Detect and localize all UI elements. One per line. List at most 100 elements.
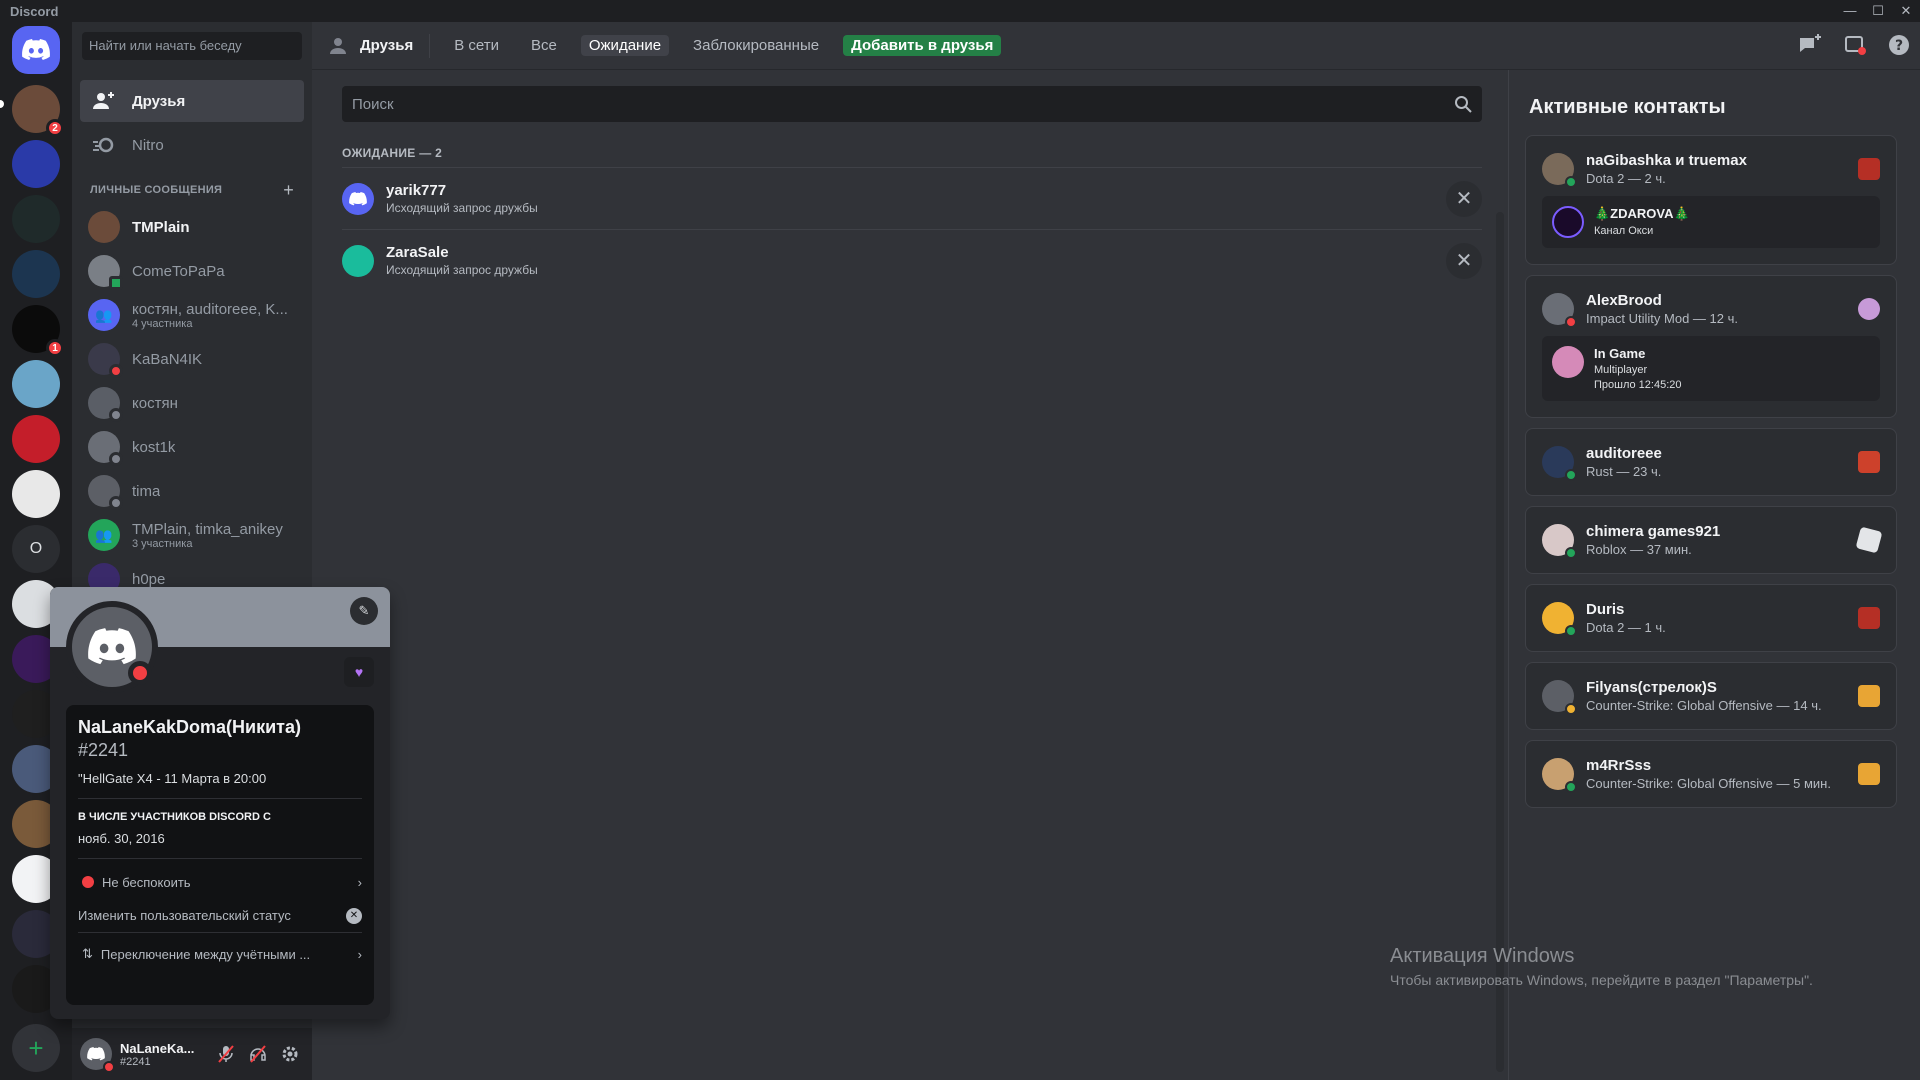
discord-logo-icon [22, 39, 50, 60]
profile-discriminator: #2241 [78, 740, 129, 760]
friends-title: Друзья [330, 37, 413, 55]
create-dm-icon[interactable]: + [283, 181, 294, 199]
svg-text:?: ? [1895, 38, 1903, 54]
activity-detail: Counter-Strike: Global Offensive — 5 мин… [1586, 776, 1831, 791]
status-dnd-icon [109, 364, 123, 378]
member-since-date: нояб. 30, 2016 [78, 831, 362, 859]
activity-card[interactable]: Duris Dota 2 — 1 ч. [1525, 584, 1897, 652]
tab-online[interactable]: В сети [446, 35, 507, 56]
tab-blocked[interactable]: Заблокированные [685, 35, 827, 56]
guild-icon-5[interactable]: 1 [12, 305, 64, 357]
mute-mic-icon[interactable] [216, 1044, 236, 1064]
dm-name: костян, auditoreee, K... [132, 300, 288, 318]
avatar [1542, 602, 1577, 637]
dm-item[interactable]: ComeToPaPa [80, 250, 304, 292]
watermark-text: Чтобы активировать Windows, перейдите в … [1390, 972, 1813, 988]
dm-name: TMPlain, timka_anikey [132, 520, 283, 538]
guild-icon-9[interactable]: O [12, 525, 60, 573]
server-icon [1552, 206, 1584, 238]
friends-search-input[interactable]: Поиск [342, 86, 1482, 122]
switch-accounts-label: Переключение между учётными ... [100, 946, 311, 962]
find-conversation-button[interactable]: Найти или начать беседу [82, 32, 302, 60]
dm-item[interactable]: tima [80, 470, 304, 512]
pending-row[interactable]: yarik777 Исходящий запрос дружбы ✕ [342, 167, 1482, 229]
cancel-request-button[interactable]: ✕ [1446, 242, 1482, 279]
voice-channel[interactable]: 🎄ZDAROVA🎄 Канал Окси [1542, 196, 1880, 248]
guild-icon-8[interactable] [12, 470, 60, 518]
nitro-badge[interactable]: ♥ [344, 657, 374, 687]
edit-custom-status-button[interactable]: Изменить пользовательский статус ✕ [78, 899, 362, 933]
status-selector[interactable]: Не беспокоить › [78, 865, 362, 899]
dm-item[interactable]: 👥 костян, auditoreee, K... 4 участника [80, 294, 304, 336]
windows-activation-watermark: Активация Windows Чтобы активировать Win… [1390, 945, 1813, 988]
avatar [1542, 293, 1577, 328]
pending-row[interactable]: ZaraSale Исходящий запрос дружбы ✕ [342, 229, 1482, 291]
tab-all[interactable]: Все [523, 35, 565, 56]
guild-icon-2[interactable] [12, 140, 60, 188]
dm-item[interactable]: KaBaN4IK [80, 338, 304, 380]
active-now-title: Активные контакты [1529, 96, 1726, 118]
game-state: In Game [1594, 346, 1646, 361]
user-avatar[interactable] [80, 1038, 115, 1073]
dm-item[interactable]: kost1k [80, 426, 304, 468]
chevron-right-icon: › [357, 946, 362, 962]
inbox-icon[interactable] [1844, 34, 1866, 56]
edit-profile-button[interactable]: ✎ [350, 597, 378, 625]
guild-icon-1[interactable]: 2 [12, 85, 64, 137]
game-mode: Multiplayer [1594, 364, 1648, 376]
game-activity: In Game Multiplayer Прошло 12:45:20 [1542, 336, 1880, 401]
status-offline-icon [109, 496, 123, 510]
tab-pending[interactable]: Ожидание [580, 35, 670, 56]
activity-card[interactable]: chimera games921 Roblox — 37 мин. [1525, 506, 1897, 574]
guild-icon-6[interactable] [12, 360, 60, 408]
settings-gear-icon[interactable] [280, 1044, 300, 1064]
activity-detail: Dota 2 — 1 ч. [1586, 620, 1666, 635]
pencil-icon: ✎ [358, 603, 370, 618]
switch-accounts-button[interactable]: ⇅ Переключение между учётными ... › [78, 937, 362, 971]
activity-card[interactable]: Filyans(стрелок)S Counter-Strike: Global … [1525, 662, 1897, 730]
guild-icon-3[interactable] [12, 195, 60, 243]
cancel-request-button[interactable]: ✕ [1446, 180, 1482, 217]
nitro-icon [92, 133, 116, 157]
activity-name: chimera games921 [1586, 523, 1721, 540]
status-offline-icon [109, 408, 123, 422]
status-dnd-icon [1565, 316, 1577, 328]
activity-card[interactable]: m4RrSss Counter-Strike: Global Offensive … [1525, 740, 1897, 808]
scrollbar[interactable] [1496, 212, 1504, 1072]
profile-body: NaLaneKakDoma(Никита) #2241 "HellGate X4… [66, 705, 374, 1005]
avatar [88, 387, 123, 422]
home-button[interactable] [12, 26, 60, 74]
nav-friends[interactable]: Друзья [80, 80, 304, 122]
game-icon [1552, 346, 1584, 378]
maximize-button[interactable]: ☐ [1864, 3, 1892, 19]
guild-icon-4[interactable] [12, 250, 60, 298]
activity-card[interactable]: auditoreee Rust — 23 ч. [1525, 428, 1897, 496]
dm-item[interactable]: костян [80, 382, 304, 424]
avatar [88, 255, 123, 290]
add-friend-button[interactable]: Добавить в друзья [843, 35, 1002, 56]
add-server-button[interactable]: + [12, 1024, 60, 1072]
help-icon[interactable]: ? [1888, 34, 1910, 56]
activity-detail: Impact Utility Mod — 12 ч. [1586, 311, 1738, 326]
plus-icon: + [28, 1032, 44, 1063]
dm-name: kost1k [132, 438, 176, 456]
profile-avatar[interactable] [66, 601, 158, 693]
group-avatar: 👥 [88, 299, 120, 331]
nav-nitro[interactable]: Nitro [80, 124, 304, 166]
clear-status-icon[interactable]: ✕ [346, 907, 362, 924]
guild-icon-7[interactable] [12, 415, 60, 463]
close-icon: ✕ [1455, 188, 1473, 210]
new-group-dm-icon[interactable] [1798, 34, 1822, 56]
dm-name: h0pe [132, 570, 166, 588]
activity-card[interactable]: AlexBrood Impact Utility Mod — 12 ч. In G… [1525, 275, 1897, 418]
dm-item[interactable]: 👥 TMPlain, timka_anikey 3 участника [80, 514, 304, 556]
activity-detail: Roblox — 37 мин. [1586, 542, 1692, 557]
minimize-button[interactable]: — [1836, 3, 1864, 19]
deafen-icon[interactable] [248, 1044, 268, 1064]
avatar [88, 475, 123, 510]
dm-members: 4 участника [132, 317, 193, 330]
activity-card[interactable]: naGibashka и truemax Dota 2 — 2 ч. 🎄ZDARO… [1525, 135, 1897, 265]
dota-icon [1858, 158, 1880, 180]
dm-item[interactable]: TMPlain [80, 206, 304, 248]
close-window-button[interactable]: ✕ [1892, 3, 1920, 19]
